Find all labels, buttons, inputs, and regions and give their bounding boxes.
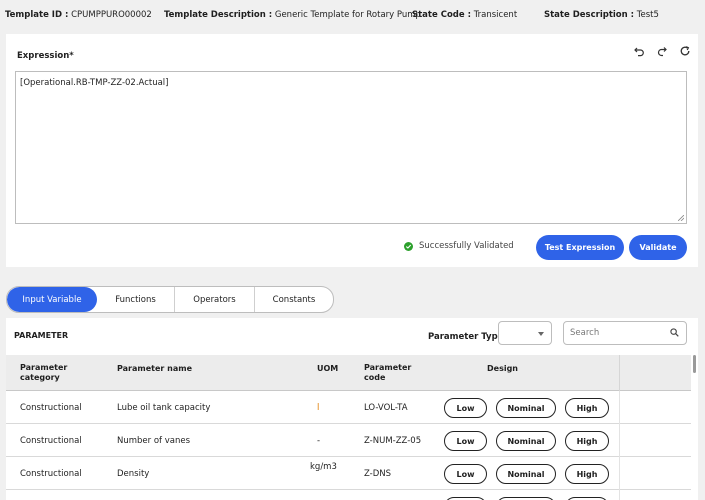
tab-functions[interactable]: Functions [97,287,175,312]
nominal-button[interactable]: Nominal [496,464,556,484]
chevron-down-icon [538,332,544,336]
search-input[interactable] [570,326,665,340]
tab-constants[interactable]: Constants [255,287,333,312]
test-expression-button[interactable]: Test Expression [536,235,624,260]
parameter-type-label: Parameter Type [428,332,504,342]
expression-title: Expression* [17,51,74,61]
template-id-value: CPUMPPURO00002 [71,10,152,20]
undo-icon[interactable] [632,43,646,59]
low-button[interactable]: Low [444,464,487,484]
table-row[interactable]: Constructional Density kg/m3 Z-DNS Low N… [6,457,691,490]
table-row[interactable] [6,490,691,500]
search-box[interactable] [563,321,687,345]
variable-tabs: Input Variable Functions Operators Const… [6,286,334,313]
expression-panel: Expression* [Operational.RB-TMP-ZZ-02.Ac… [6,34,698,267]
validate-button[interactable]: Validate [629,235,687,260]
cell-name: Lube oil tank capacity [117,403,211,413]
cell-category: Constructional [20,436,82,446]
row-divider [619,457,620,490]
parameter-type-select[interactable] [498,321,552,345]
cell-category: Constructional [20,403,82,413]
redo-icon[interactable] [655,43,669,59]
template-description-value: Generic Template for Rotary Pump [274,10,421,20]
state-description-value: Test5 [636,10,659,20]
expression-textarea[interactable]: [Operational.RB-TMP-ZZ-02.Actual] [15,71,687,224]
cell-code: Z-DNS [364,469,392,479]
col-parameter-code[interactable]: Parameter code [364,363,414,383]
resize-grip-icon[interactable] [678,215,684,221]
cell-uom: l [317,403,320,413]
template-info-bar: Template ID : CPUMPPURO00002 Template De… [0,0,705,32]
col-parameter-name[interactable]: Parameter name [117,364,192,374]
col-design: Design [487,364,518,373]
tab-input-variable[interactable]: Input Variable [7,287,97,312]
row-divider [619,490,620,500]
state-description-label: State Description : [544,10,635,20]
table-row[interactable]: Constructional Number of vanes - Z-NUM-Z… [6,424,691,457]
template-description: Template Description : Generic Template … [164,10,421,20]
cell-name: Number of vanes [117,436,191,446]
template-description-label: Template Description : [164,10,273,20]
state-code-label: State Code : [412,10,471,20]
validation-status-text: Successfully Validated [419,241,514,251]
parameter-panel: PARAMETER Parameter Type Parameter categ… [6,318,698,500]
table-scrollbar[interactable] [693,355,696,373]
refresh-icon[interactable] [678,43,692,59]
cell-category: Constructional [20,469,82,479]
col-uom[interactable]: UOM [317,364,338,374]
check-circle-icon [404,241,413,251]
template-id: Template ID : CPUMPPURO00002 [5,10,152,20]
cell-name: Density [117,469,150,479]
column-divider [619,355,620,391]
low-button[interactable]: Low [444,398,487,418]
cell-uom: - [317,436,321,446]
row-divider [619,391,620,424]
cell-uom: kg/m3 [310,462,337,472]
search-icon[interactable] [670,328,679,337]
state-description: State Description : Test5 [544,10,659,20]
validation-status: Successfully Validated [404,241,514,251]
nominal-button[interactable]: Nominal [496,398,556,418]
table-header: Parameter category Parameter name UOM Pa… [6,355,691,391]
cell-code: Z-NUM-ZZ-05 [364,436,422,446]
expression-text[interactable]: [Operational.RB-TMP-ZZ-02.Actual] [20,78,168,88]
high-button[interactable]: High [565,431,609,451]
parameter-title: PARAMETER [14,331,69,340]
template-id-label: Template ID : [5,10,69,20]
high-button[interactable]: High [565,464,609,484]
high-button[interactable]: High [565,398,609,418]
state-code: State Code : Transicent [412,10,517,20]
nominal-button[interactable]: Nominal [496,431,556,451]
cell-code: LO-VOL-TA [364,403,408,413]
low-button[interactable]: Low [444,431,487,451]
tab-operators[interactable]: Operators [175,287,255,312]
expression-toolbar [632,43,692,59]
state-code-value: Transicent [473,10,518,20]
col-parameter-category[interactable]: Parameter category [20,363,84,383]
row-divider [619,424,620,457]
table-row[interactable]: Constructional Lube oil tank capacity l … [6,391,691,424]
